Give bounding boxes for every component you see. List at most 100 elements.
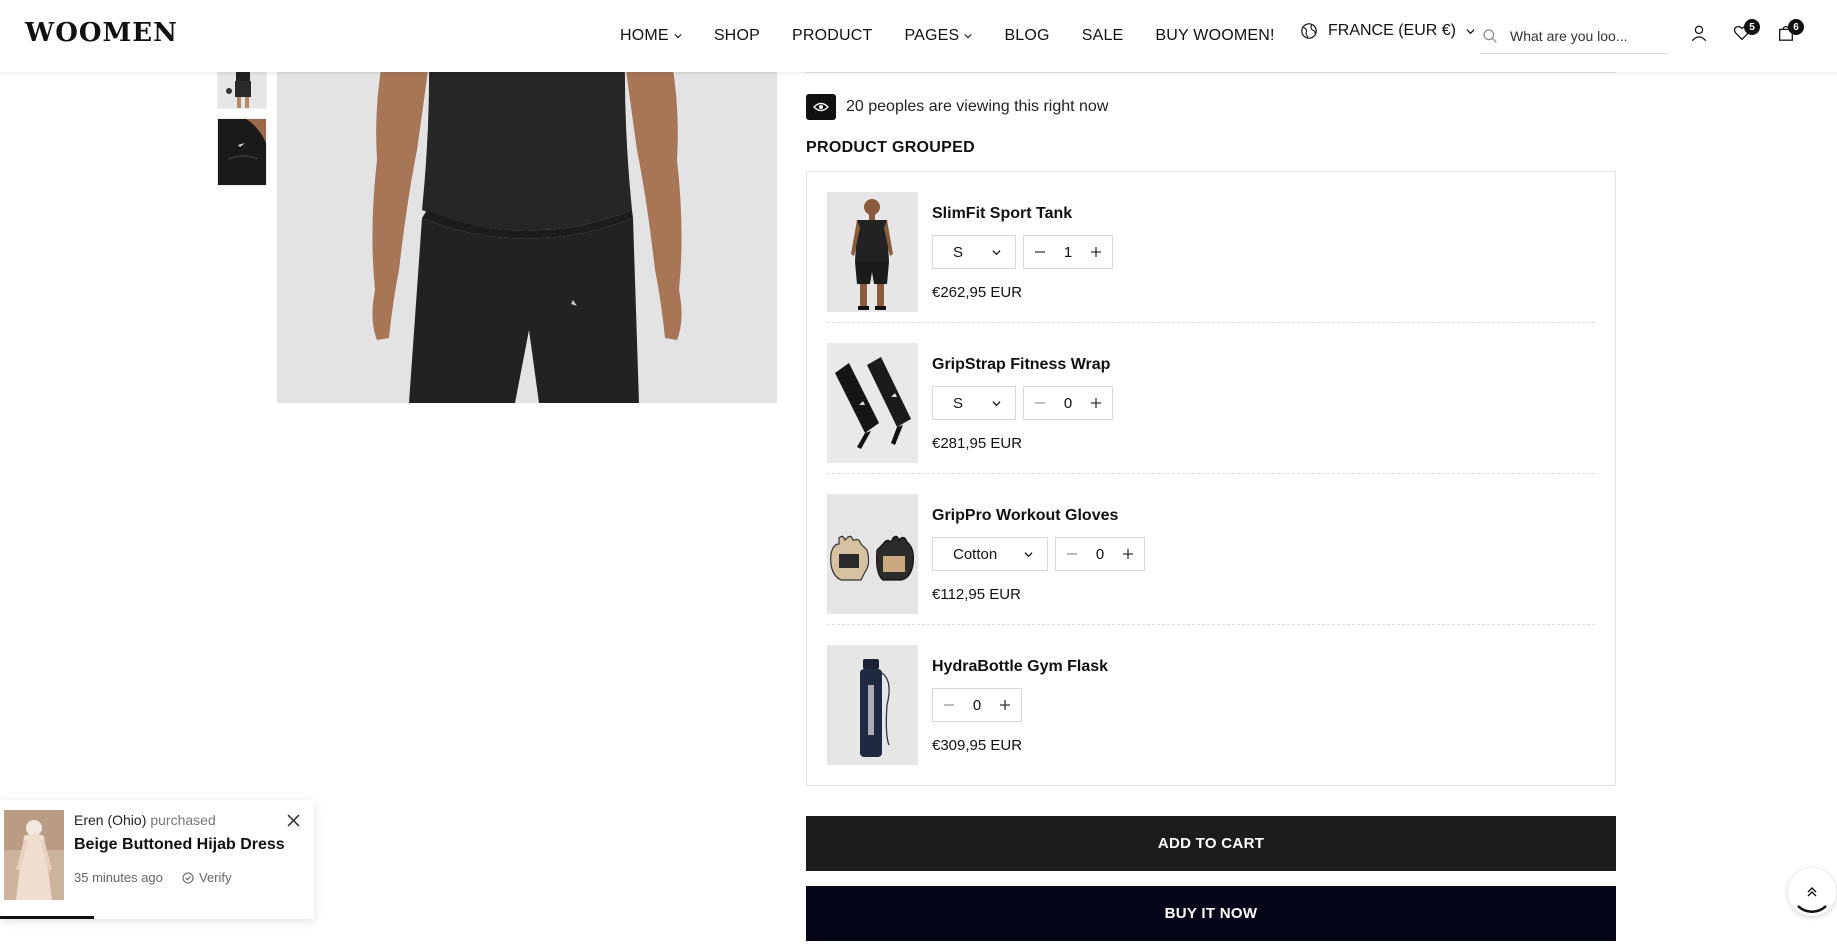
- minus-icon: [1035, 402, 1045, 404]
- close-icon[interactable]: [287, 814, 300, 827]
- nav-buy-woomen[interactable]: BUY WOOMEN!: [1155, 27, 1274, 45]
- nav-label: PAGES: [904, 27, 960, 44]
- product-thumbnail[interactable]: [827, 343, 918, 463]
- scroll-progress-ring: [1797, 905, 1827, 913]
- logo[interactable]: WOOMEN: [25, 18, 178, 48]
- product-price: €262,95 EUR: [932, 284, 1023, 301]
- nav-label: BUY WOOMEN!: [1155, 27, 1275, 44]
- add-to-cart-button[interactable]: ADD TO CART: [806, 816, 1616, 871]
- scroll-to-top-button[interactable]: [1788, 868, 1836, 916]
- nav-label: PRODUCT: [791, 27, 873, 44]
- product-thumbnail[interactable]: [827, 192, 918, 312]
- increase-button[interactable]: [997, 697, 1013, 713]
- nav-product[interactable]: PRODUCT: [792, 27, 873, 45]
- grouped-product-row: HydraBottle Gym Flask 0 €309,95 EUR: [827, 625, 1595, 776]
- product-name[interactable]: SlimFit Sport Tank: [932, 205, 1072, 223]
- grouped-product-row: SlimFit Sport Tank S 1 €262,95 EUR: [827, 172, 1595, 323]
- chevron-down-icon: [1466, 28, 1475, 34]
- section-divider: [806, 72, 1616, 73]
- tank-top-image: [827, 192, 918, 312]
- cart-count-badge: 6: [1788, 19, 1804, 35]
- popup-product-image[interactable]: [4, 810, 64, 900]
- plus-icon: [1000, 700, 1010, 710]
- decrease-button[interactable]: [1064, 546, 1080, 562]
- verify-label: Verify: [199, 870, 232, 885]
- variant-select[interactable]: Cotton: [932, 537, 1048, 571]
- increase-button[interactable]: [1088, 395, 1104, 411]
- product-thumbnail[interactable]: [827, 494, 918, 614]
- product-price: €309,95 EUR: [932, 737, 1023, 754]
- buyer-name: Eren (Ohio): [74, 812, 147, 828]
- popup-product-name[interactable]: Beige Buttoned Hijab Dress: [74, 836, 285, 854]
- verified-check-icon: [182, 871, 194, 884]
- quantity-value[interactable]: 0: [1064, 395, 1072, 412]
- chevron-down-icon: [992, 400, 1001, 406]
- grouped-products-title: PRODUCT GROUPED: [806, 139, 975, 156]
- nav-shop[interactable]: SHOP: [714, 27, 760, 45]
- buyer-action: purchased: [150, 812, 216, 828]
- nav-blog[interactable]: BLOG: [1004, 27, 1049, 45]
- product-name[interactable]: GripPro Workout Gloves: [932, 507, 1118, 525]
- site-header: WOOMEN HOME SHOP PRODUCT PAGES BLOG SALE…: [0, 0, 1837, 72]
- grouped-products-list: SlimFit Sport Tank S 1 €262,95 EUR GripS…: [806, 171, 1616, 786]
- quantity-value[interactable]: 0: [1096, 546, 1104, 563]
- popup-buyer-line: Eren (Ohio) purchased: [74, 812, 216, 828]
- minus-icon: [1067, 553, 1077, 555]
- wishlist-button[interactable]: 5: [1733, 19, 1760, 42]
- chevron-down-icon: [964, 34, 973, 39]
- variant-select[interactable]: S: [932, 386, 1016, 420]
- plus-icon: [1091, 398, 1101, 408]
- bottle-image: [827, 645, 918, 765]
- dress-image: [4, 810, 64, 900]
- popup-verify: Verify: [182, 870, 232, 885]
- country-label: FRANCE (EUR €): [1328, 22, 1457, 39]
- variant-value: S: [953, 394, 964, 412]
- grouped-product-row: GripStrap Fitness Wrap S 0 €281,95 EUR: [827, 323, 1595, 474]
- popup-progress-bar: [0, 916, 95, 919]
- recent-purchase-popup: Eren (Ohio) purchased Beige Buttoned Hija…: [0, 800, 314, 919]
- wishlist-count-badge: 5: [1744, 19, 1760, 35]
- search-bar: [1480, 18, 1668, 54]
- quantity-stepper: 1: [1023, 235, 1113, 269]
- chevron-down-icon: [674, 34, 682, 39]
- viewing-text: 20 peoples are viewing this right now: [846, 98, 1109, 115]
- product-price: €281,95 EUR: [932, 435, 1023, 452]
- minus-icon: [944, 704, 954, 706]
- viewing-counter: 20 peoples are viewing this right now: [806, 94, 1108, 120]
- increase-button[interactable]: [1120, 546, 1136, 562]
- decrease-button[interactable]: [1032, 395, 1048, 411]
- product-name[interactable]: HydraBottle Gym Flask: [932, 658, 1108, 676]
- gallery-thumbnail[interactable]: [217, 118, 267, 186]
- nav-label: HOME: [620, 27, 669, 44]
- variant-select[interactable]: S: [932, 235, 1016, 269]
- search-icon[interactable]: [1482, 28, 1498, 44]
- nav-label: SHOP: [713, 27, 760, 44]
- nav-pages[interactable]: PAGES: [904, 27, 973, 45]
- decrease-button[interactable]: [1032, 244, 1048, 260]
- quantity-stepper: 0: [1055, 537, 1145, 571]
- product-name[interactable]: GripStrap Fitness Wrap: [932, 356, 1110, 374]
- variant-value: S: [953, 243, 964, 261]
- variant-value: Cotton: [953, 545, 998, 563]
- product-price: €112,95 EUR: [932, 586, 1021, 603]
- search-input[interactable]: [1510, 27, 1660, 44]
- quantity-value[interactable]: 1: [1064, 244, 1072, 261]
- country-selector[interactable]: FRANCE (EUR €): [1300, 22, 1475, 40]
- thumbnail-image: [218, 119, 266, 185]
- chevron-down-icon: [992, 249, 1001, 255]
- buy-it-now-button[interactable]: BUY IT NOW: [806, 886, 1616, 941]
- user-icon[interactable]: [1690, 24, 1708, 42]
- nav-home[interactable]: HOME: [620, 27, 682, 45]
- decrease-button[interactable]: [941, 697, 957, 713]
- eye-icon: [806, 94, 836, 120]
- increase-button[interactable]: [1088, 244, 1104, 260]
- gloves-image: [827, 494, 918, 614]
- product-thumbnail[interactable]: [827, 645, 918, 765]
- cart-button[interactable]: 6: [1777, 19, 1804, 42]
- quantity-value[interactable]: 0: [973, 697, 981, 714]
- nav-label: SALE: [1081, 27, 1124, 44]
- chevron-down-icon: [1024, 551, 1033, 557]
- nav-sale[interactable]: SALE: [1082, 27, 1124, 45]
- nav-label: BLOG: [1004, 27, 1050, 44]
- plus-icon: [1123, 549, 1133, 559]
